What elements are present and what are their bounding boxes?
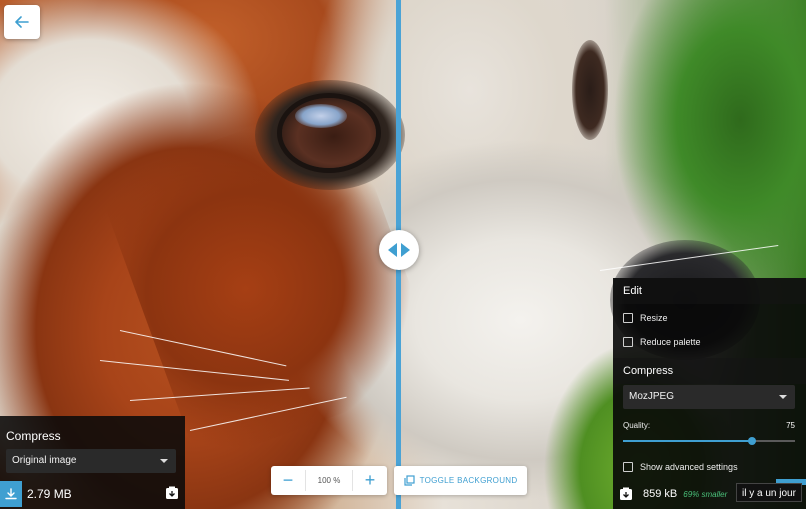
left-footer: 2.79 MB	[0, 478, 185, 509]
back-button[interactable]	[4, 5, 40, 39]
split-arrows-icon	[388, 243, 410, 257]
zoom-out-button[interactable]: −	[271, 466, 305, 495]
right-options-panel: Edit Resize Reduce palette Compress MozJ…	[613, 278, 806, 509]
zoom-level[interactable]: 100 %	[305, 470, 353, 491]
save-side-icon	[620, 487, 632, 500]
reduce-palette-checkbox[interactable]	[623, 337, 633, 347]
quality-slider-thumb[interactable]	[748, 437, 756, 445]
left-compress-heading: Compress	[6, 429, 61, 443]
download-icon	[5, 487, 17, 499]
download-button[interactable]	[0, 480, 22, 507]
quality-label: Quality:	[623, 421, 651, 430]
compare-handle[interactable]	[379, 230, 419, 270]
resize-label: Resize	[640, 313, 668, 323]
left-options-panel: Compress Original image 2.79 MB	[0, 416, 185, 509]
save-side-settings-button[interactable]	[619, 487, 633, 501]
left-method-value: Original image	[12, 455, 77, 466]
codec-select[interactable]: MozJPEG	[623, 385, 795, 409]
quality-slider-fill	[623, 440, 752, 442]
chevron-down-icon	[160, 459, 168, 463]
quality-slider[interactable]	[623, 437, 795, 445]
advanced-settings-option[interactable]: Show advanced settings	[613, 455, 738, 479]
output-file-size: 859 kB	[643, 488, 678, 500]
save-side-icon	[166, 486, 178, 499]
original-file-size: 2.79 MB	[27, 486, 72, 501]
reduce-palette-label: Reduce palette	[640, 337, 701, 347]
compress-heading: Compress	[613, 358, 806, 384]
resize-checkbox[interactable]	[623, 313, 633, 323]
left-method-select[interactable]: Original image	[6, 449, 176, 473]
advanced-settings-checkbox[interactable]	[623, 462, 633, 472]
zoom-value-number: 100	[317, 476, 331, 485]
reduce-palette-option[interactable]: Reduce palette	[613, 330, 806, 354]
zoom-in-button[interactable]: +	[353, 466, 387, 495]
arrow-left-icon	[15, 16, 29, 28]
toggle-background-label: TOGGLE BACKGROUND	[419, 476, 518, 485]
codec-value: MozJPEG	[629, 391, 675, 402]
savings-badge: 69% smaller	[683, 489, 728, 499]
save-side-settings-button[interactable]	[165, 486, 179, 500]
zoom-controls: − 100 % +	[271, 466, 387, 495]
resize-option[interactable]: Resize	[613, 306, 806, 330]
quality-value[interactable]: 75	[786, 421, 795, 430]
zoom-value-unit: %	[333, 476, 341, 485]
eye-highlight	[295, 104, 347, 128]
timestamp-tooltip: il y a un jour	[736, 483, 802, 502]
chevron-down-icon	[779, 395, 787, 399]
advanced-settings-label: Show advanced settings	[640, 462, 738, 472]
right-eye	[572, 40, 608, 140]
toggle-background-button[interactable]: TOGGLE BACKGROUND	[394, 466, 527, 495]
quality-row: Quality: 75	[623, 421, 795, 430]
edit-heading: Edit	[613, 278, 806, 304]
copy-icon	[403, 475, 415, 486]
